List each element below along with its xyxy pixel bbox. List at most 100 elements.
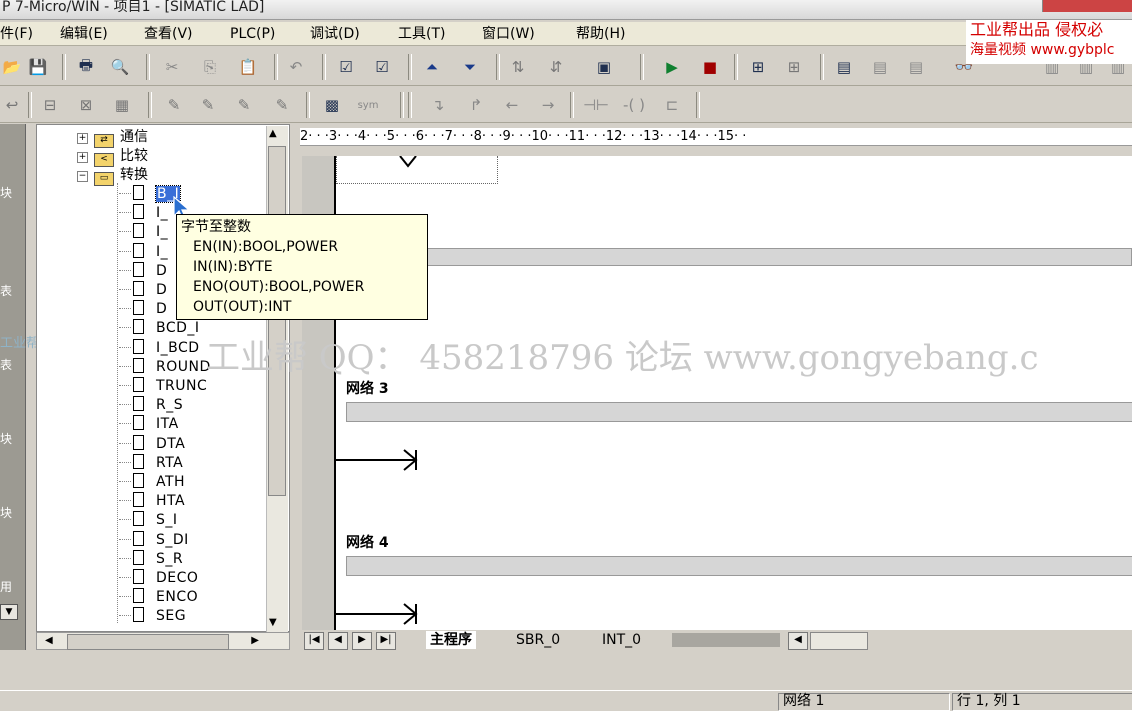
nav-item-table-2[interactable]: 表 xyxy=(0,356,22,373)
options-icon[interactable]: ▣ xyxy=(592,55,616,79)
scroll-right-icon[interactable]: ▶ xyxy=(251,635,259,646)
network-comment[interactable] xyxy=(346,402,1132,422)
tree-item-instruction[interactable]: TRUNC xyxy=(119,377,207,396)
save-icon[interactable]: 💾 xyxy=(26,55,50,79)
last-tab-icon[interactable]: ▶| xyxy=(376,632,396,650)
tree-item-instruction[interactable]: ITA xyxy=(119,415,179,434)
editor-hscroll[interactable] xyxy=(810,632,868,650)
compile-icon[interactable]: ☑ xyxy=(334,55,358,79)
nav-item-table[interactable]: 表 xyxy=(0,282,22,299)
tree-folder-communication[interactable]: + ⇄ 通信 xyxy=(77,128,148,148)
address-icon[interactable]: ▩ xyxy=(320,93,344,117)
open-icon[interactable]: 📂 xyxy=(0,55,24,79)
stop-icon[interactable]: ■ xyxy=(698,55,722,79)
table-icon[interactable]: ▦ xyxy=(110,93,134,117)
menu-file[interactable]: 件(F) xyxy=(0,25,33,43)
menu-help[interactable]: 帮助(H) xyxy=(576,25,625,43)
scroll-left-icon[interactable]: ◀ xyxy=(788,632,808,650)
insert-network-icon[interactable]: ⊟ xyxy=(38,93,62,117)
cut-icon[interactable]: ✂ xyxy=(160,55,184,79)
download-icon[interactable]: ⏷ xyxy=(458,55,482,79)
scroll-down-icon[interactable]: ▼ xyxy=(269,617,277,628)
box-icon[interactable]: ⊏ xyxy=(660,93,684,117)
tree-item-instruction[interactable]: S_R xyxy=(119,549,183,569)
undo-icon[interactable]: ↶ xyxy=(284,55,308,79)
tree-item-instruction[interactable]: D xyxy=(119,261,167,281)
tree-folder-compare[interactable]: + < 比较 xyxy=(77,147,148,167)
line-up-icon[interactable]: ↱ xyxy=(464,93,488,117)
paste-icon[interactable]: 📋 xyxy=(236,55,260,79)
back-icon[interactable]: ↩ xyxy=(0,93,24,117)
run-icon[interactable]: ▶ xyxy=(660,55,684,79)
scroll-left-icon[interactable]: ◀ xyxy=(45,635,53,646)
menu-window[interactable]: 窗口(W) xyxy=(482,25,535,43)
line-left-icon[interactable]: ← xyxy=(500,93,524,117)
coil-icon[interactable] xyxy=(336,602,420,626)
network-2-comment[interactable] xyxy=(346,248,1132,266)
line-right-icon[interactable]: → xyxy=(536,93,560,117)
symbol-icon[interactable]: sym xyxy=(356,93,380,117)
sort-ascending-icon[interactable]: ⇅ xyxy=(506,55,530,79)
menu-plc[interactable]: PLC(P) xyxy=(230,25,275,43)
tree-item-instruction[interactable]: ROUND xyxy=(119,357,211,377)
unforce-icon[interactable]: ▤ xyxy=(904,55,928,79)
expand-icon[interactable]: + xyxy=(77,133,88,144)
program-status-icon[interactable]: ⊞ xyxy=(746,55,770,79)
force-icon[interactable]: ▤ xyxy=(868,55,892,79)
scroll-up-icon[interactable]: ▲ xyxy=(269,128,277,139)
tab-int-0[interactable]: INT_0 xyxy=(602,631,641,649)
trend-icon[interactable]: ▤ xyxy=(832,55,856,79)
nav-item-use[interactable]: 用 xyxy=(0,578,22,595)
nav-item-block[interactable]: 块 xyxy=(0,184,22,201)
tree-hscroll-thumb[interactable] xyxy=(67,634,229,650)
delete-network-icon[interactable]: ⊠ xyxy=(74,93,98,117)
tree-item-instruction[interactable]: S_DI xyxy=(119,530,189,550)
network-comment[interactable] xyxy=(346,556,1132,576)
prev-bookmark-icon[interactable]: ✎ xyxy=(232,93,256,117)
menu-edit[interactable]: 编辑(E) xyxy=(60,25,108,43)
collapse-icon[interactable]: − xyxy=(77,171,88,182)
close-button[interactable] xyxy=(1042,0,1132,12)
print-icon[interactable]: 🖶 xyxy=(74,55,98,79)
tree-item-instruction[interactable]: ENCO xyxy=(119,588,198,607)
tree-item-instruction[interactable]: D xyxy=(119,281,167,300)
expand-icon[interactable]: + xyxy=(77,152,88,163)
chart-status-icon[interactable]: ⊞ xyxy=(782,55,806,79)
nav-item-block-3[interactable]: 块 xyxy=(0,504,22,521)
tree-item-instruction[interactable]: RTA xyxy=(119,453,183,473)
tree-item-instruction[interactable]: SEG xyxy=(119,607,186,626)
coil-icon[interactable] xyxy=(336,448,420,472)
tree-item-instruction[interactable]: BCD_I xyxy=(119,319,200,338)
sort-descending-icon[interactable]: ⇵ xyxy=(544,55,568,79)
next-tab-icon[interactable]: ▶ xyxy=(352,632,372,650)
tree-item-instruction[interactable]: DTA xyxy=(119,434,185,454)
menu-debug[interactable]: 调试(D) xyxy=(310,25,360,43)
copy-icon[interactable]: ⎘ xyxy=(198,55,222,79)
tree-scroll-thumb[interactable] xyxy=(268,146,286,496)
tree-folder-convert[interactable]: − ▭ 转换 xyxy=(77,166,148,186)
compile-all-icon[interactable]: ☑ xyxy=(370,55,394,79)
first-tab-icon[interactable]: |◀ xyxy=(304,632,324,650)
menu-tools[interactable]: 工具(T) xyxy=(398,25,445,43)
tree-item-instruction[interactable]: I_ xyxy=(119,223,168,242)
upload-icon[interactable]: ⏶ xyxy=(420,55,444,79)
clear-bookmarks-icon[interactable]: ✎ xyxy=(270,93,294,117)
line-down-icon[interactable]: ↴ xyxy=(426,93,450,117)
tree-item-instruction[interactable]: S_I xyxy=(119,511,178,530)
nav-item-block-2[interactable]: 块 xyxy=(0,430,22,447)
bookmark-icon[interactable]: ✎ xyxy=(162,93,186,117)
tree-item-instruction[interactable]: R_S xyxy=(119,396,183,415)
scroll-down-icon[interactable]: ▼ xyxy=(0,604,18,620)
next-bookmark-icon[interactable]: ✎ xyxy=(196,93,220,117)
print-preview-icon[interactable]: 🔍 xyxy=(108,55,132,79)
tree-horizontal-scrollbar[interactable]: ◀ ▶ xyxy=(36,632,290,650)
tree-item-instruction[interactable]: HTA xyxy=(119,492,185,511)
tab-main[interactable]: 主程序 xyxy=(426,631,476,649)
prev-tab-icon[interactable]: ◀ xyxy=(328,632,348,650)
coil-icon[interactable]: -( ) xyxy=(622,93,646,117)
tree-item-instruction[interactable]: DECO xyxy=(119,569,198,588)
tree-item-instruction[interactable]: D xyxy=(119,300,167,319)
tree-item-instruction[interactable]: I_ xyxy=(119,242,168,262)
tree-item-instruction[interactable]: I_ xyxy=(119,204,168,223)
contact-icon[interactable]: ⊣⊢ xyxy=(583,93,609,117)
